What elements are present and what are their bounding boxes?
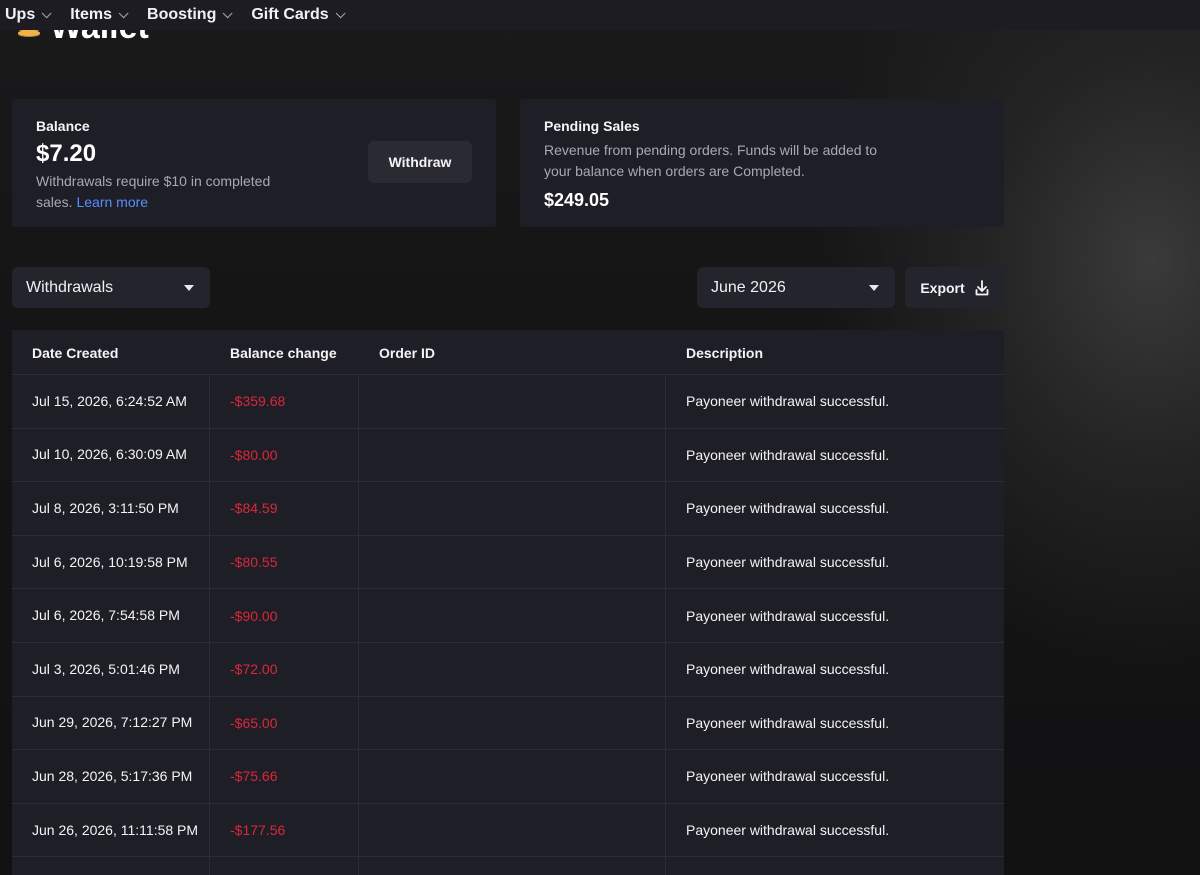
nav-item-label: Ups [5, 6, 36, 23]
cell-description: Payoneer withdrawal successful. [686, 714, 890, 731]
nav-item-boosting[interactable]: Boosting [147, 6, 233, 24]
nav-item-label: Gift Cards [251, 6, 329, 23]
table-row: Jul 6, 2026, 7:54:58 PM -$90.00 Payoneer… [12, 589, 1004, 643]
pending-sales-amount: $249.05 [544, 190, 610, 210]
cell-description: Payoneer withdrawal successful. [686, 822, 890, 839]
month-select[interactable]: June 2026 [697, 267, 895, 308]
cell-date: Jul 10, 2026, 6:30:09 AM [32, 446, 187, 463]
cell-date: Jul 15, 2026, 6:24:52 AM [32, 392, 187, 409]
withdraw-button[interactable]: Withdraw [368, 141, 472, 183]
cell-description: Payoneer withdrawal successful. [686, 446, 890, 463]
column-header-date-created: Date Created [32, 345, 119, 361]
balance-label: Balance [36, 118, 90, 134]
export-label: Export [920, 279, 965, 296]
cell-description: Payoneer withdrawal successful. [686, 607, 890, 624]
cell-balance-change: -$75.66 [230, 768, 278, 785]
month-value: June 2026 [711, 278, 786, 296]
cell-balance-change: -$65.00 [230, 714, 278, 731]
transaction-type-select[interactable]: Withdrawals [12, 267, 210, 308]
cell-balance-change: -$84.59 [230, 500, 278, 517]
table-row: Jun 29, 2026, 7:12:27 PM -$65.00 Payonee… [12, 697, 1004, 751]
column-header-order-id: Order ID [379, 345, 436, 361]
balance-card: Balance $7.20 Withdrawals require $10 in… [12, 99, 496, 227]
chevron-down-icon [223, 7, 233, 18]
cell-date: Jul 8, 2026, 3:11:50 PM [32, 499, 179, 516]
cell-date: Jul 6, 2026, 10:19:58 PM [32, 553, 188, 570]
table-row: Jul 6, 2026, 10:19:58 PM -$80.55 Payonee… [12, 536, 1004, 590]
cell-date: Jul 3, 2026, 5:01:46 PM [32, 660, 180, 677]
nav-item-items[interactable]: Items [70, 6, 129, 24]
cell-balance-change: -$90.00 [230, 607, 278, 624]
cell-description: Payoneer withdrawal successful. [686, 554, 890, 571]
cell-date: Jun 29, 2026, 7:12:27 PM [32, 714, 193, 731]
column-header-description: Description [686, 345, 764, 361]
export-button[interactable]: Export [905, 267, 1004, 308]
cell-date: Jun 26, 2026, 11:11:58 PM [32, 821, 199, 838]
cell-balance-change: -$72.00 [230, 661, 278, 678]
cell-date: Jun 28, 2026, 5:17:36 PM [32, 767, 193, 784]
chevron-down-icon [118, 7, 129, 18]
cell-balance-change: -$359.68 [230, 393, 286, 410]
transaction-type-value: Withdrawals [26, 278, 114, 296]
table-header: Date Created Balance change Order ID Des… [12, 330, 1004, 375]
download-icon [975, 279, 989, 295]
nav-item-gift-cards[interactable]: Gift Cards [251, 6, 346, 24]
balance-amount: $7.20 [36, 140, 97, 167]
caret-down-icon [869, 284, 879, 291]
cell-description: Payoneer withdrawal successful. [686, 500, 890, 517]
balance-note-text: Withdrawals require $10 in completed sal… [36, 173, 271, 210]
chevron-down-icon [335, 7, 346, 18]
table-row: Jun 28, 2026, 5:17:36 PM -$75.66 Payonee… [12, 750, 1004, 804]
pending-sales-label: Pending Sales [544, 118, 640, 134]
table-row: Jul 3, 2026, 5:01:46 PM -$72.00 Payoneer… [12, 643, 1004, 697]
table-row: Jul 8, 2026, 3:11:50 PM -$84.59 Payoneer… [12, 482, 1004, 536]
top-nav: Ups Items Boosting Gift Cards [0, 0, 1200, 30]
table-row: Jul 15, 2026, 6:24:52 AM -$359.68 Payone… [12, 375, 1004, 429]
pending-sales-card: Pending Sales Revenue from pending order… [520, 99, 1004, 227]
cell-balance-change: -$80.55 [230, 554, 278, 571]
balance-note: Withdrawals require $10 in completed sal… [36, 171, 296, 213]
cell-description: Payoneer withdrawal successful. [686, 768, 890, 785]
cell-description: Payoneer withdrawal successful. [686, 661, 890, 678]
nav-item-label: Boosting [147, 6, 217, 23]
transactions-table: Date Created Balance change Order ID Des… [12, 330, 1004, 875]
chevron-down-icon [41, 7, 52, 18]
table-body: Jul 15, 2026, 6:24:52 AM -$359.68 Payone… [12, 375, 1004, 858]
cell-description: Payoneer withdrawal successful. [686, 393, 890, 410]
learn-more-link[interactable]: Learn more [76, 194, 148, 210]
pending-sales-note: Revenue from pending orders. Funds will … [544, 142, 878, 179]
table-row: Jun 26, 2026, 11:11:58 PM -$177.56 Payon… [12, 804, 1004, 858]
cell-date: Jul 6, 2026, 7:54:58 PM [32, 607, 180, 624]
nav-item-ups[interactable]: Ups [5, 6, 52, 24]
column-header-balance-change: Balance change [230, 345, 337, 361]
cell-balance-change: -$80.00 [230, 446, 278, 463]
nav-item-label: Items [70, 6, 113, 23]
table-row: Jul 10, 2026, 6:30:09 AM -$80.00 Payonee… [12, 429, 1004, 483]
cell-balance-change: -$177.56 [230, 822, 286, 839]
caret-down-icon [184, 284, 194, 291]
